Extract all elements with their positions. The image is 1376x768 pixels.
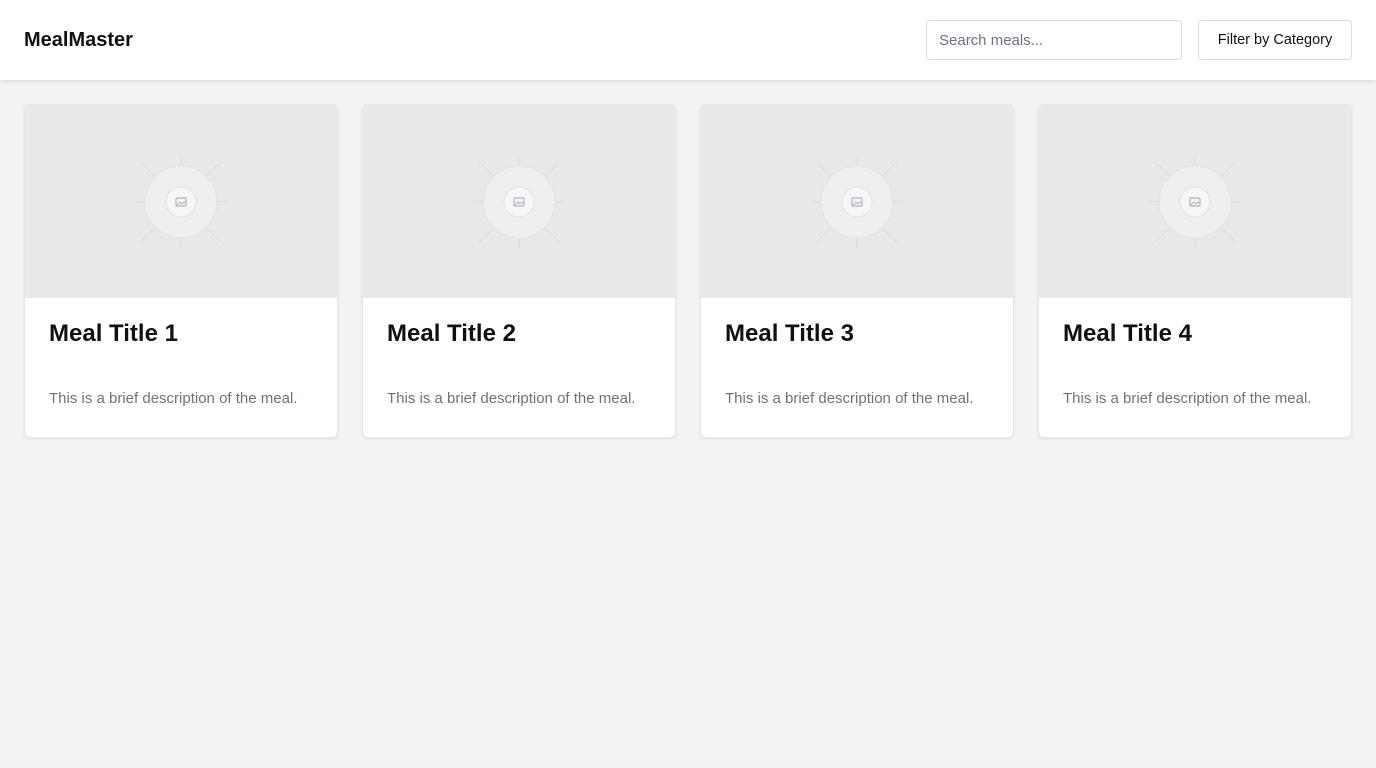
meal-card[interactable]: Meal Title 4 This is a brief description… (1038, 104, 1352, 438)
image-placeholder-icon (811, 155, 903, 248)
app-logo[interactable]: MealMaster (24, 28, 133, 52)
meal-description: This is a brief description of the meal. (387, 390, 636, 407)
meal-title: Meal Title 2 (387, 320, 516, 347)
meal-grid: Meal Title 1 This is a brief description… (24, 104, 1352, 438)
filter-by-category-button[interactable]: Filter by Category (1198, 20, 1352, 60)
meal-image-placeholder (363, 105, 675, 298)
meal-description: This is a brief description of the meal. (49, 390, 298, 407)
meal-description: This is a brief description of the meal. (1063, 390, 1312, 407)
meal-description: This is a brief description of the meal. (725, 390, 974, 407)
meal-image-placeholder (701, 105, 1013, 298)
search-input[interactable] (926, 20, 1182, 60)
meal-card[interactable]: Meal Title 2 This is a brief description… (362, 104, 676, 438)
meal-title: Meal Title 4 (1063, 320, 1192, 347)
meal-title: Meal Title 1 (49, 320, 178, 347)
meal-title: Meal Title 3 (725, 320, 854, 347)
top-header: MealMaster Filter by Category (0, 0, 1376, 80)
meal-card[interactable]: Meal Title 3 This is a brief description… (700, 104, 1014, 438)
meal-image-placeholder (25, 105, 337, 298)
image-placeholder-icon (1149, 155, 1241, 248)
meal-card-body: Meal Title 1 This is a brief description… (25, 320, 337, 408)
meal-card-body: Meal Title 4 This is a brief description… (1039, 320, 1351, 408)
image-placeholder-icon (135, 155, 227, 248)
meal-card-body: Meal Title 2 This is a brief description… (363, 320, 675, 408)
image-placeholder-icon (473, 155, 565, 248)
meal-card[interactable]: Meal Title 1 This is a brief description… (24, 104, 338, 438)
meal-card-body: Meal Title 3 This is a brief description… (701, 320, 1013, 408)
meal-image-placeholder (1039, 105, 1351, 298)
